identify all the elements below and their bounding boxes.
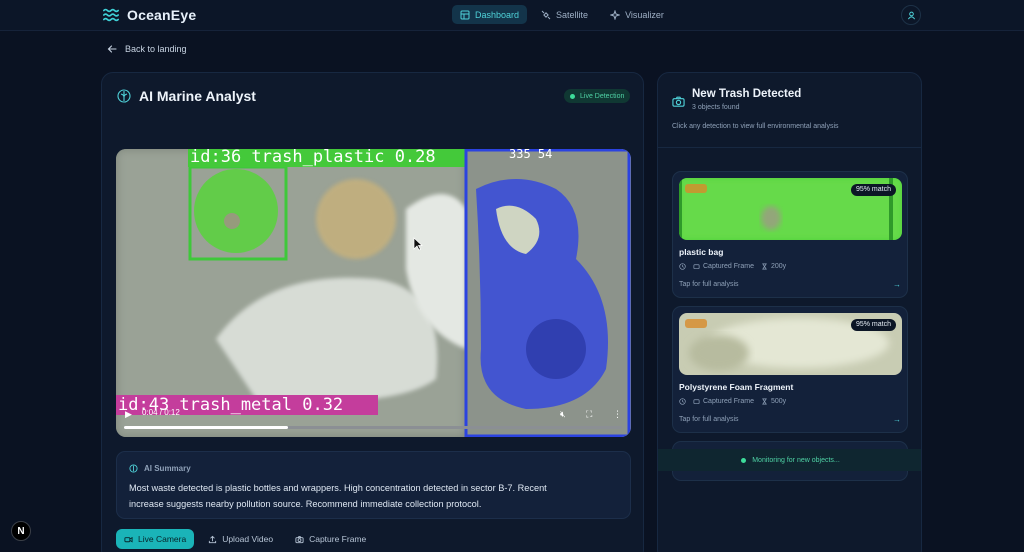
back-to-landing-link[interactable]: Back to landing xyxy=(107,44,187,54)
thumbnail-tag xyxy=(685,184,707,193)
match-badge: 95% match xyxy=(850,184,896,196)
frame-icon xyxy=(693,264,700,270)
age-label: 500y xyxy=(770,398,787,405)
nav-dashboard[interactable]: Dashboard xyxy=(452,5,528,24)
nav-satellite[interactable]: Satellite xyxy=(533,5,596,24)
upload-video-button[interactable]: Upload Video xyxy=(200,529,281,549)
detections-count: 3 objects found xyxy=(692,104,740,111)
video-progress-bar[interactable] xyxy=(124,426,622,429)
capture-frame-label: Capture Frame xyxy=(309,534,367,544)
live-camera-button[interactable]: Live Camera xyxy=(116,529,195,549)
live-camera-label: Live Camera xyxy=(138,534,187,544)
monitoring-label: Monitoring for new objects... xyxy=(752,456,840,464)
video-time: 0:04 / 0:12 xyxy=(142,408,180,417)
top-navbar: OceanEye Dashboard Satellite Visualizer xyxy=(0,0,1024,31)
source-label: Captured Frame xyxy=(703,263,754,270)
waves-icon xyxy=(102,8,120,22)
capture-frame-button[interactable]: Capture Frame xyxy=(287,529,374,549)
tap-for-analysis: Tap for full analysis xyxy=(679,416,739,423)
nav-satellite-label: Satellite xyxy=(556,9,589,20)
satellite-icon xyxy=(541,10,551,19)
live-detection-badge: Live Detection xyxy=(564,89,631,103)
arrow-right-icon: → xyxy=(893,280,901,289)
brain-icon xyxy=(117,89,131,103)
nav-links: Dashboard Satellite Visualizer xyxy=(452,5,672,24)
arrow-right-icon: → xyxy=(893,415,901,424)
age-label: 200y xyxy=(770,263,787,270)
camera-actions: Live Camera Upload Video Capture Frame xyxy=(116,529,374,549)
user-menu-button[interactable] xyxy=(901,5,921,25)
sparkle-icon xyxy=(610,9,621,20)
detection-thumbnail: 95% match xyxy=(679,178,902,240)
back-label: Back to landing xyxy=(125,44,187,54)
detections-panel: New Trash Detected 3 objects found Click… xyxy=(657,72,922,552)
video-player[interactable]: id:36 trash_plastic 0.28 id:43 trash_met… xyxy=(116,149,631,437)
video-controls: ▶ 0:04 / 0:12 🔇︎ ⛶ ⋮ xyxy=(116,403,631,437)
captured-frame-meta: Captured Frame xyxy=(693,398,754,405)
ai-summary-card: AI Summary Most waste detected is plasti… xyxy=(116,451,631,519)
nav-dashboard-label: Dashboard xyxy=(475,9,520,20)
ai-summary-heading: AI Summary xyxy=(144,464,191,473)
detection-meta: Captured Frame 500y xyxy=(679,398,786,405)
thumbnail-tag xyxy=(685,319,707,328)
clock-icon xyxy=(679,263,686,270)
tap-for-analysis: Tap for full analysis xyxy=(679,281,739,288)
ai-brain-icon xyxy=(129,464,138,473)
divider xyxy=(658,147,921,148)
dashboard-icon xyxy=(460,10,470,19)
camera-icon xyxy=(672,96,685,107)
live-dot-icon xyxy=(570,93,575,99)
match-badge: 95% match xyxy=(850,319,896,331)
clock-icon xyxy=(679,398,686,405)
frame-icon xyxy=(693,399,700,405)
upload-icon xyxy=(209,535,217,543)
hourglass-icon xyxy=(762,398,767,405)
captured-frame-meta: Captured Frame xyxy=(693,263,754,270)
framework-badge[interactable]: N xyxy=(11,521,31,541)
hourglass-icon xyxy=(762,263,767,270)
detections-hint: Click any detection to view full environ… xyxy=(672,123,839,130)
decomposition-meta: 500y xyxy=(761,398,786,405)
user-icon xyxy=(907,11,915,19)
more-options-icon[interactable]: ⋮ xyxy=(613,409,623,419)
mouse-cursor-icon xyxy=(413,237,423,251)
camera-icon xyxy=(295,535,304,543)
source-label: Captured Frame xyxy=(703,398,754,405)
arrow-left-icon xyxy=(107,45,117,53)
live-detection-label: Live Detection xyxy=(580,92,625,100)
fullscreen-icon[interactable]: ⛶ xyxy=(586,409,596,419)
analyst-panel: AI Marine Analyst Live Detection id:36 t… xyxy=(101,72,644,552)
status-dot-icon xyxy=(741,457,747,463)
detections-title: New Trash Detected xyxy=(692,88,802,100)
analyst-header: AI Marine Analyst xyxy=(117,88,256,104)
video-frame xyxy=(116,149,631,437)
overlay-numbers: 335 54 xyxy=(509,149,553,161)
video-progress-fill xyxy=(124,426,289,429)
detection-card[interactable]: 95% match plastic bag Captured Frame 200… xyxy=(672,171,908,298)
monitoring-status: Monitoring for new objects... xyxy=(658,449,921,471)
detection-label-plastic: id:36 trash_plastic 0.28 xyxy=(190,149,436,167)
brand-name: OceanEye xyxy=(127,7,197,23)
detection-thumbnail: 95% match xyxy=(679,313,902,375)
mute-icon[interactable]: 🔇︎ xyxy=(560,409,570,419)
nav-visualizer-label: Visualizer xyxy=(625,9,664,20)
detection-name: plastic bag xyxy=(679,247,724,257)
nav-visualizer[interactable]: Visualizer xyxy=(602,5,672,24)
ai-summary-header: AI Summary xyxy=(129,464,191,473)
detection-name: Polystyrene Foam Fragment xyxy=(679,382,794,392)
video-camera-icon xyxy=(124,536,133,543)
detection-meta: Captured Frame 200y xyxy=(679,263,786,270)
decomposition-meta: 200y xyxy=(761,263,786,270)
play-icon[interactable]: ▶ xyxy=(125,409,132,420)
brand[interactable]: OceanEye xyxy=(102,6,196,24)
ai-summary-text: Most waste detected is plastic bottles a… xyxy=(129,483,547,509)
detection-card[interactable]: 95% match Polystyrene Foam Fragment Capt… xyxy=(672,306,908,433)
upload-video-label: Upload Video xyxy=(222,534,274,544)
analyst-title: AI Marine Analyst xyxy=(139,88,256,104)
